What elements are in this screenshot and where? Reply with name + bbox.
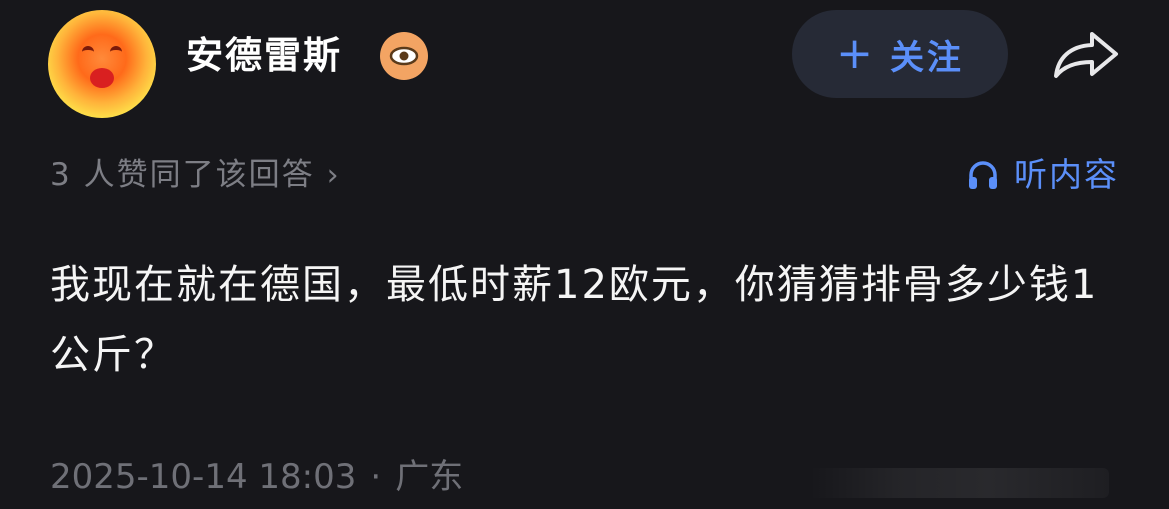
watermark <box>809 468 1109 498</box>
meta-separator: · <box>370 457 382 497</box>
share-arrow-icon[interactable] <box>1052 28 1122 82</box>
plus-icon: + <box>836 28 876 79</box>
upvote-summary-text: 3 人赞同了该回答 <box>50 157 315 193</box>
follow-button-label: 关注 <box>889 37 964 78</box>
avatar[interactable] <box>48 10 156 118</box>
listen-button-label: 听内容 <box>1014 155 1119 194</box>
location: 广东 <box>395 457 464 497</box>
follow-button[interactable]: + 关注 <box>792 10 1008 98</box>
upvote-summary[interactable]: 3 人赞同了该回答 › <box>50 152 341 199</box>
eye-badge-icon[interactable] <box>380 32 428 80</box>
listen-button[interactable]: 听内容 <box>966 152 1119 198</box>
headphones-icon <box>969 161 997 189</box>
timestamp: 2025-10-14 18:03 <box>50 457 357 497</box>
avatar-mouth <box>90 68 114 88</box>
answer-meta: 2025-10-14 18:03 · 广东 <box>50 454 463 500</box>
answer-text: 我现在就在德国，最低时薪12欧元，你猜猜排骨多少钱1公斤？ <box>50 262 1099 378</box>
chevron-right-icon: › <box>326 158 341 193</box>
author-name[interactable]: 安德雷斯 <box>186 30 342 82</box>
avatar-eye-right <box>110 46 122 58</box>
avatar-eye-left <box>82 46 94 58</box>
